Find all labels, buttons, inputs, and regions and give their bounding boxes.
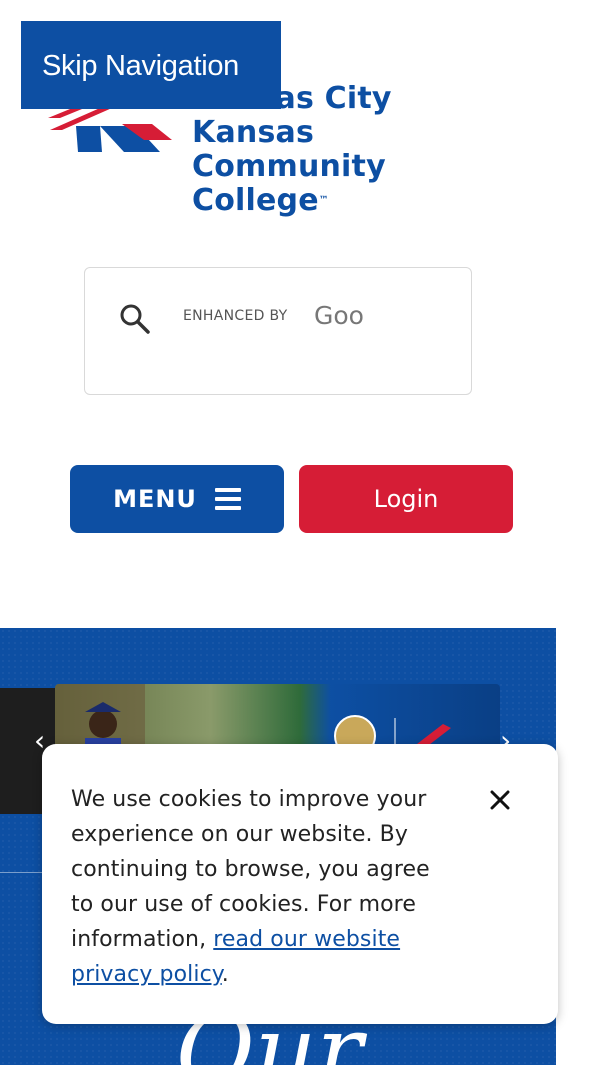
cookie-banner: We use cookies to improve your experienc… [42, 744, 558, 1024]
search-box[interactable]: ENHANCED BY Goo [84, 267, 472, 395]
login-button-label: Login [373, 485, 439, 513]
cookie-message: We use cookies to improve your experienc… [71, 782, 451, 992]
logo-line-2-text: Community College [192, 149, 386, 218]
close-icon[interactable] [488, 788, 512, 812]
search-icon[interactable] [117, 301, 153, 337]
search-brand-text: Goo [314, 301, 364, 330]
cookie-message-suffix: . [221, 962, 229, 987]
logo-line-2: Community College™ [192, 150, 520, 218]
menu-button-label: MENU [113, 485, 197, 513]
menu-icon [214, 488, 241, 510]
trademark: ™ [318, 195, 329, 206]
login-button[interactable]: Login [299, 465, 513, 533]
menu-button[interactable]: MENU [70, 465, 284, 533]
search-enhanced-label: ENHANCED BY [183, 308, 288, 324]
skip-navigation-link[interactable]: Skip Navigation [21, 21, 281, 109]
